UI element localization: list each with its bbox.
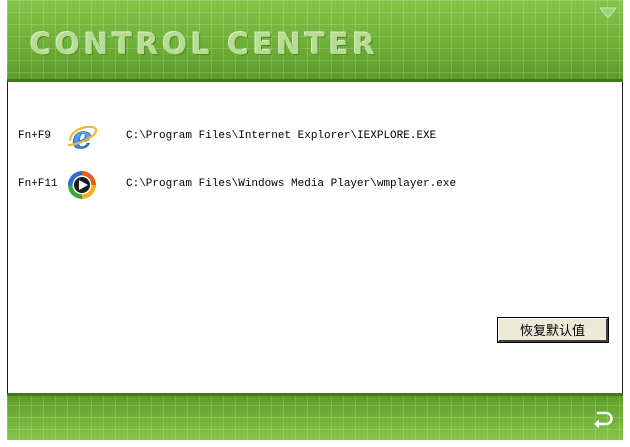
header-bar: CONTROL CENTER (7, 0, 623, 82)
right-frame-border (622, 82, 623, 393)
restore-defaults-button[interactable]: 恢复默认值 (497, 317, 609, 343)
footer-divider (7, 393, 623, 396)
bottom-strip (7, 440, 623, 447)
footer-bar (7, 393, 623, 440)
triangle-down-icon[interactable] (599, 6, 617, 20)
windows-media-player-icon[interactable] (66, 169, 98, 201)
return-arrow-icon[interactable] (591, 407, 615, 431)
control-center-window: CONTROL CENTER Fn+F9 e C:\Program Files\… (0, 0, 630, 447)
hotkey-row-fn-f11: Fn+F11 C:\Program Files\Windows Media Pl… (8, 169, 622, 201)
hotkey-label: Fn+F9 (18, 130, 52, 142)
hotkey-label: Fn+F11 (18, 178, 58, 190)
internet-explorer-icon[interactable]: e (66, 121, 98, 153)
hotkey-panel: Fn+F9 e C:\Program Files\Internet Explor… (8, 85, 622, 393)
hotkey-path: C:\Program Files\Windows Media Player\wm… (126, 178, 457, 190)
app-title: CONTROL CENTER (30, 27, 379, 61)
header-divider (7, 79, 623, 82)
hotkey-row-fn-f9: Fn+F9 e C:\Program Files\Internet Explor… (8, 121, 622, 153)
hotkey-path: C:\Program Files\Internet Explorer\IEXPL… (126, 130, 437, 142)
